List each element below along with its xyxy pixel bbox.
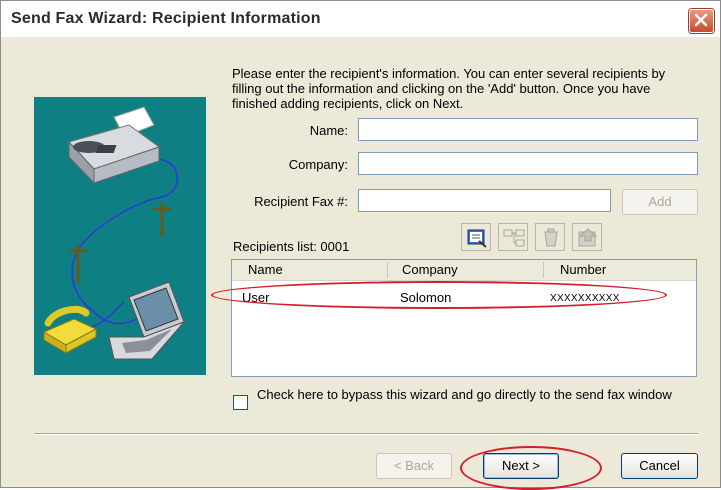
recipient-number-cell: XXXXXXXXXX — [550, 293, 620, 304]
address-book-icon — [467, 229, 487, 248]
close-button[interactable] — [689, 9, 714, 33]
next-button[interactable]: Next > — [483, 453, 559, 479]
fax-network-illustration — [42, 106, 185, 360]
bypass-wizard-label[interactable]: Check here to bypass this wizard and go … — [257, 388, 697, 402]
add-button[interactable]: Add — [622, 189, 698, 215]
bypass-wizard-checkbox[interactable] — [233, 395, 248, 410]
column-separator[interactable] — [543, 262, 544, 278]
title-bar: Send Fax Wizard: Recipient Information — [1, 1, 720, 37]
name-label: Name: — [309, 123, 348, 138]
save-contact-button — [572, 223, 602, 251]
fax-number-input[interactable] — [358, 189, 611, 212]
column-header-company[interactable]: Company — [402, 262, 458, 277]
recipient-company-cell: Solomon — [400, 290, 452, 305]
send-fax-wizard-window: Send Fax Wizard: Recipient Information P… — [0, 0, 721, 490]
recipients-list[interactable]: Name Company Number User Solomon XXXXXXX… — [231, 259, 697, 377]
window-title: Send Fax Wizard: Recipient Information — [11, 10, 321, 27]
recipient-name-cell: User — [242, 290, 270, 305]
column-header-number[interactable]: Number — [560, 262, 606, 277]
divider — [34, 433, 698, 435]
address-book-button[interactable] — [461, 223, 491, 251]
distribution-list-button — [498, 223, 528, 251]
company-label: Company: — [288, 157, 348, 172]
column-header-name[interactable]: Name — [248, 262, 283, 277]
recipients-list-header: Name Company Number — [232, 260, 696, 281]
delete-icon — [544, 228, 558, 247]
recipients-count-label: Recipients list: 0001 — [233, 239, 350, 254]
close-icon — [694, 13, 708, 27]
distribution-list-icon — [503, 229, 525, 247]
company-input[interactable] — [358, 152, 698, 175]
intro-text: Please enter the recipient's information… — [232, 66, 666, 111]
delete-recipient-button — [535, 223, 565, 251]
name-input[interactable] — [358, 118, 698, 141]
cancel-button[interactable]: Cancel — [621, 453, 698, 479]
fax-number-label: Recipient Fax #: — [254, 194, 348, 209]
save-contact-icon — [578, 228, 598, 247]
fax-illustration — [34, 97, 206, 375]
back-button[interactable]: < Back — [376, 453, 452, 479]
column-separator[interactable] — [387, 262, 388, 278]
